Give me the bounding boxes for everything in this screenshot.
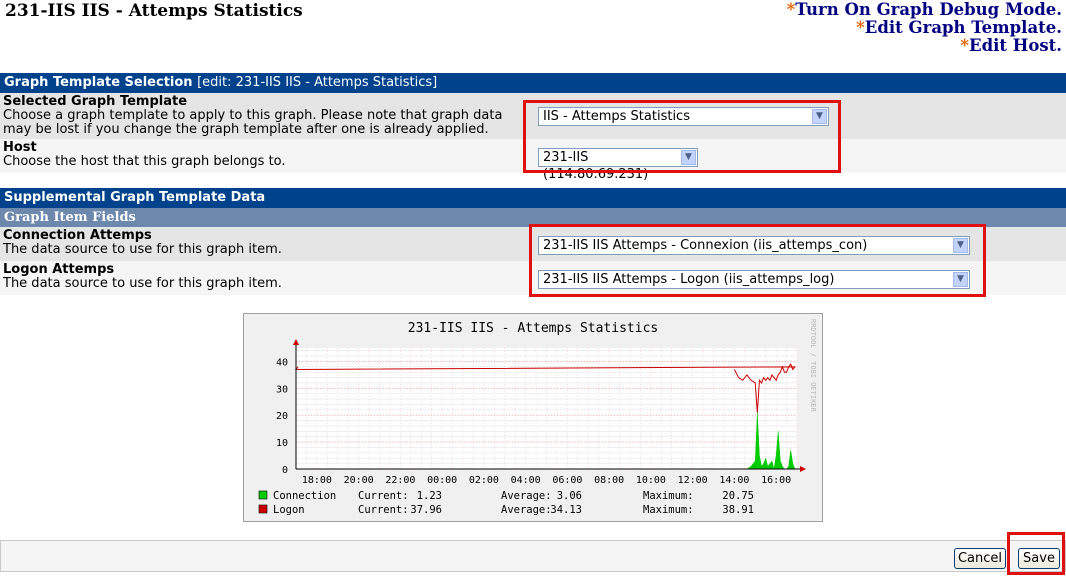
template-edit-link[interactable]: [edit: 231-IIS IIS - Attemps Statistics] [197, 75, 437, 90]
legend-stat-label: Average: [501, 504, 552, 516]
logon-attemps-label: Logon Attemps [3, 262, 115, 277]
y-tick-label: 0 [282, 465, 288, 476]
x-tick-label: 18:00 [302, 475, 332, 486]
legend-stat-label: Average: [501, 490, 552, 502]
graph-svg: 231-IIS IIS - Attemps Statistics RRDTOOL … [258, 319, 817, 516]
template-section-header: Graph Template Selection [edit: 231-IIS … [0, 73, 1066, 93]
y-tick-label: 40 [276, 357, 288, 368]
x-tick-label: 02:00 [469, 475, 499, 486]
cancel-button[interactable]: Cancel [954, 548, 1006, 569]
legend-swatch [258, 490, 268, 500]
edit-graph-template-link[interactable]: *Edit Graph Template. [787, 19, 1062, 37]
y-tick-label: 30 [276, 384, 288, 395]
legend-stat-value: 20.75 [722, 490, 754, 502]
connection-attemps-desc: The data source to use for this graph it… [3, 242, 282, 257]
legend-name: Logon [273, 504, 305, 516]
x-tick-label: 14:00 [719, 475, 749, 486]
legend-swatch [258, 504, 268, 514]
x-tick-label: 16:00 [761, 475, 791, 486]
legend-stat-label: Current: [358, 490, 409, 502]
logon-attemps-desc: The data source to use for this graph it… [3, 276, 282, 291]
legend-name: Connection [273, 490, 336, 502]
rrd-graph: 231-IIS IIS - Attemps Statistics RRDTOOL … [243, 313, 823, 522]
legend-stat-value: 38.91 [722, 504, 754, 516]
x-tick-label: 04:00 [511, 475, 541, 486]
x-tick-label: 22:00 [385, 475, 415, 486]
highlight-box-save [1007, 532, 1065, 575]
x-tick-label: 10:00 [636, 475, 666, 486]
legend-stat-value: 1.23 [417, 490, 442, 502]
x-tick-label: 00:00 [427, 475, 457, 486]
legend-stat-label: Maximum: [643, 490, 694, 502]
action-bar: Cancel Save [0, 540, 1066, 572]
legend-stat-value: 3.06 [557, 490, 582, 502]
x-tick-label: 08:00 [594, 475, 624, 486]
x-axis-arrow [800, 466, 806, 472]
y-tick-label: 10 [276, 438, 288, 449]
legend-stat-label: Maximum: [643, 504, 694, 516]
graph-template-desc: Choose a graph template to apply to this… [3, 108, 503, 137]
y-axis-arrow [293, 339, 299, 345]
x-tick-label: 20:00 [344, 475, 374, 486]
debug-mode-link[interactable]: *Turn On Graph Debug Mode. [787, 1, 1062, 19]
page-title: 231-IIS IIS - Attemps Statistics [5, 1, 303, 21]
graph-template-label: Selected Graph Template [3, 94, 188, 109]
y-tick-label: 20 [276, 411, 288, 422]
top-links: *Turn On Graph Debug Mode. *Edit Graph T… [787, 1, 1062, 55]
legend-stat-label: Current: [358, 504, 409, 516]
x-tick-label: 06:00 [552, 475, 582, 486]
supplemental-section-header: Supplemental Graph Template Data [0, 188, 1066, 208]
highlight-box-datasources [529, 224, 986, 297]
chart-title: 231-IIS IIS - Attemps Statistics [408, 321, 658, 336]
connection-attemps-label: Connection Attemps [3, 228, 152, 243]
legend-stat-value: 34.13 [550, 504, 582, 516]
legend-stat-value: 37.96 [410, 504, 442, 516]
host-desc: Choose the host that this graph belongs … [3, 154, 286, 169]
highlight-box-template [523, 100, 841, 173]
edit-host-link[interactable]: *Edit Host. [787, 37, 1062, 55]
host-label: Host [3, 140, 37, 155]
chart-watermark: RRDTOOL / TOBI OETIKER [809, 319, 817, 413]
x-tick-label: 12:00 [678, 475, 708, 486]
